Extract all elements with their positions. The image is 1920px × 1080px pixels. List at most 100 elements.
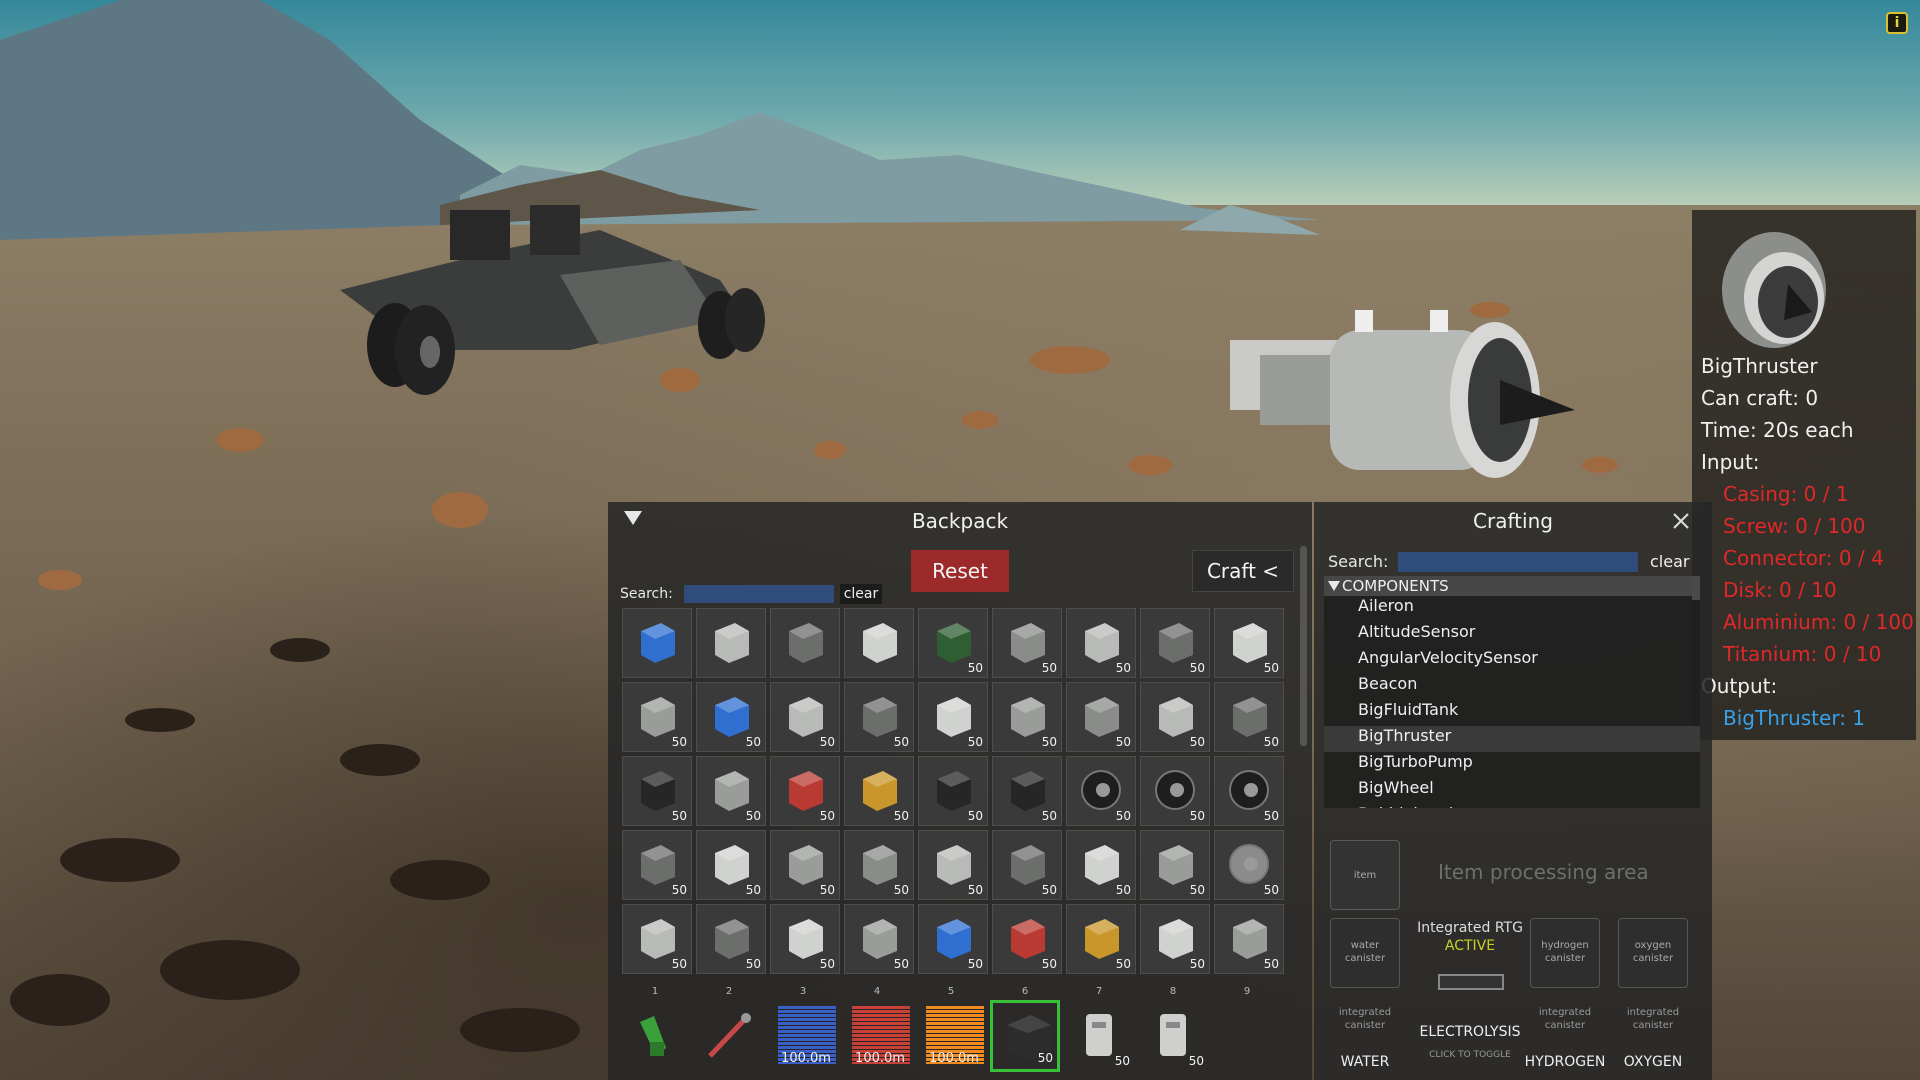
recipe-item[interactable]: AltitudeSensor <box>1324 622 1700 648</box>
recipe-item[interactable]: BigWheel <box>1324 778 1700 804</box>
hotbar-slot[interactable]: 50 <box>1064 1000 1134 1072</box>
backpack-slot[interactable]: 50 <box>1066 830 1136 900</box>
hotbar-slot[interactable]: 100.0m <box>842 1000 912 1072</box>
backpack-title: Backpack <box>911 509 1009 533</box>
backpack-slot[interactable]: 50 <box>1214 608 1284 678</box>
thruster-icon <box>863 845 897 885</box>
backpack-slot[interactable]: 50 <box>844 756 914 826</box>
backpack-slot[interactable]: 50 <box>1066 682 1136 752</box>
backpack-clear-button[interactable]: clear <box>840 584 882 604</box>
recipe-item[interactable]: Aileron <box>1324 596 1700 622</box>
backpack-slot[interactable]: 50 <box>992 904 1062 974</box>
backpack-grid: 50 50 50 50 50 50 50 50 50 50 50 50 50 50 50 50 50 50 50 50… <box>622 608 1286 978</box>
backpack-slot[interactable]: 50 <box>992 682 1062 752</box>
slot-count: 50 <box>1189 957 1205 971</box>
backpack-slot[interactable] <box>696 608 766 678</box>
hotbar-slot[interactable] <box>694 1000 764 1072</box>
backpack-slot[interactable]: 50 <box>1140 608 1210 678</box>
blue-drill-icon <box>641 623 675 663</box>
hotbar-slot[interactable] <box>620 1000 690 1072</box>
backpack-slot[interactable]: 50 <box>622 682 692 752</box>
output-label: Output: <box>1701 674 1778 698</box>
backpack-slot[interactable]: 50 <box>1140 904 1210 974</box>
laptop-icon <box>1085 623 1119 663</box>
slot-count: 50 <box>893 809 909 823</box>
close-icon[interactable] <box>1670 510 1692 532</box>
backpack-slot[interactable]: 50 <box>1214 682 1284 752</box>
slot-count: 50 <box>1041 883 1057 897</box>
reset-button[interactable]: Reset <box>911 550 1009 592</box>
backpack-slot[interactable]: 50 <box>1066 904 1136 974</box>
battery-icon <box>1011 771 1045 811</box>
hotbar-slot[interactable] <box>1212 1000 1282 1072</box>
crafting-search-input[interactable] <box>1398 552 1638 572</box>
backpack-slot[interactable] <box>770 608 840 678</box>
backpack-slot[interactable]: 50 <box>1140 682 1210 752</box>
water-integrated-label: integrated canister <box>1338 1007 1392 1031</box>
info-icon[interactable]: i <box>1886 12 1908 34</box>
backpack-slot[interactable]: 50 <box>696 682 766 752</box>
oxygen-canister-slot[interactable]: oxygen canister <box>1618 918 1688 988</box>
tank-icon <box>937 845 971 885</box>
recipe-item[interactable]: Bobblehead <box>1324 804 1700 808</box>
backpack-slot[interactable]: 50 <box>1214 904 1284 974</box>
backpack-slot[interactable]: 50 <box>622 904 692 974</box>
backpack-slot[interactable]: 50 <box>696 830 766 900</box>
backpack-search-input[interactable] <box>684 585 834 603</box>
backpack-scrollbar[interactable] <box>1300 546 1307 746</box>
backpack-slot[interactable]: 50 <box>770 756 840 826</box>
backpack-slot[interactable]: 50 <box>992 608 1062 678</box>
control-panel-icon <box>863 623 897 663</box>
backpack-slot[interactable]: 50 <box>844 904 914 974</box>
backpack-slot[interactable]: 50 <box>622 830 692 900</box>
backpack-slot[interactable] <box>844 608 914 678</box>
hotbar-slot[interactable]: 50 <box>990 1000 1060 1072</box>
backpack-slot[interactable]: 50 <box>1066 756 1136 826</box>
backpack-slot[interactable]: 50 <box>844 682 914 752</box>
backpack-slot[interactable]: 50 <box>622 756 692 826</box>
backpack-slot[interactable]: 50 <box>696 756 766 826</box>
hotbar-slot[interactable]: 100.0m <box>916 1000 986 1072</box>
hotbar-meter-label: 100.0m <box>855 1051 905 1066</box>
backpack-slot[interactable]: 50 <box>1140 830 1210 900</box>
hydrogen-canister-slot[interactable]: hydrogen canister <box>1530 918 1600 988</box>
crafting-clear-button[interactable]: clear <box>1650 552 1689 571</box>
backpack-slot[interactable]: 50 <box>918 904 988 974</box>
recipe-item[interactable]: BigFluidTank <box>1324 700 1700 726</box>
slot-count: 50 <box>1115 661 1131 675</box>
recipe-item[interactable]: BigThruster <box>1324 726 1700 752</box>
backpack-slot[interactable]: 50 <box>770 830 840 900</box>
backpack-slot[interactable]: 50 <box>1066 608 1136 678</box>
input-casing: Casing: 0 / 1 <box>1723 482 1849 506</box>
backpack-slot[interactable] <box>622 608 692 678</box>
water-canister-slot[interactable]: water canister <box>1330 918 1400 988</box>
backpack-slot[interactable]: 50 <box>992 756 1062 826</box>
recipe-scrollbar[interactable] <box>1692 578 1700 600</box>
item-input-slot[interactable]: item <box>1330 840 1400 910</box>
hotbar-slot[interactable]: 50 <box>1138 1000 1208 1072</box>
backpack-slot[interactable]: 50 <box>1140 756 1210 826</box>
seat-icon <box>641 771 675 811</box>
recipe-item[interactable]: Beacon <box>1324 674 1700 700</box>
backpack-slot[interactable]: 50 <box>696 904 766 974</box>
backpack-slot[interactable]: 50 <box>918 682 988 752</box>
recipe-item[interactable]: BigTurboPump <box>1324 752 1700 778</box>
recipe-item[interactable]: AngularVelocitySensor <box>1324 648 1700 674</box>
backpack-slot[interactable]: 50 <box>992 830 1062 900</box>
ramp-icon <box>1159 919 1193 959</box>
category-components[interactable]: COMPONENTS <box>1324 576 1700 596</box>
backpack-slot[interactable]: 50 <box>1214 756 1284 826</box>
hotbar-number: 9 <box>1243 986 1251 997</box>
slot-count: 50 <box>1189 661 1205 675</box>
electrolysis-toggle[interactable]: ELECTROLYSIS <box>1410 1024 1530 1040</box>
red-dot-box-icon <box>789 771 823 811</box>
backpack-slot[interactable]: 50 <box>844 830 914 900</box>
backpack-slot[interactable]: 50 <box>770 904 840 974</box>
hotbar-slot[interactable]: 100.0m <box>768 1000 838 1072</box>
backpack-slot[interactable]: 50 <box>770 682 840 752</box>
craft-toggle-button[interactable]: Craft < <box>1192 550 1294 592</box>
backpack-slot[interactable]: 50 <box>1214 830 1284 900</box>
backpack-slot[interactable]: 50 <box>918 608 988 678</box>
backpack-slot[interactable]: 50 <box>918 756 988 826</box>
backpack-slot[interactable]: 50 <box>918 830 988 900</box>
